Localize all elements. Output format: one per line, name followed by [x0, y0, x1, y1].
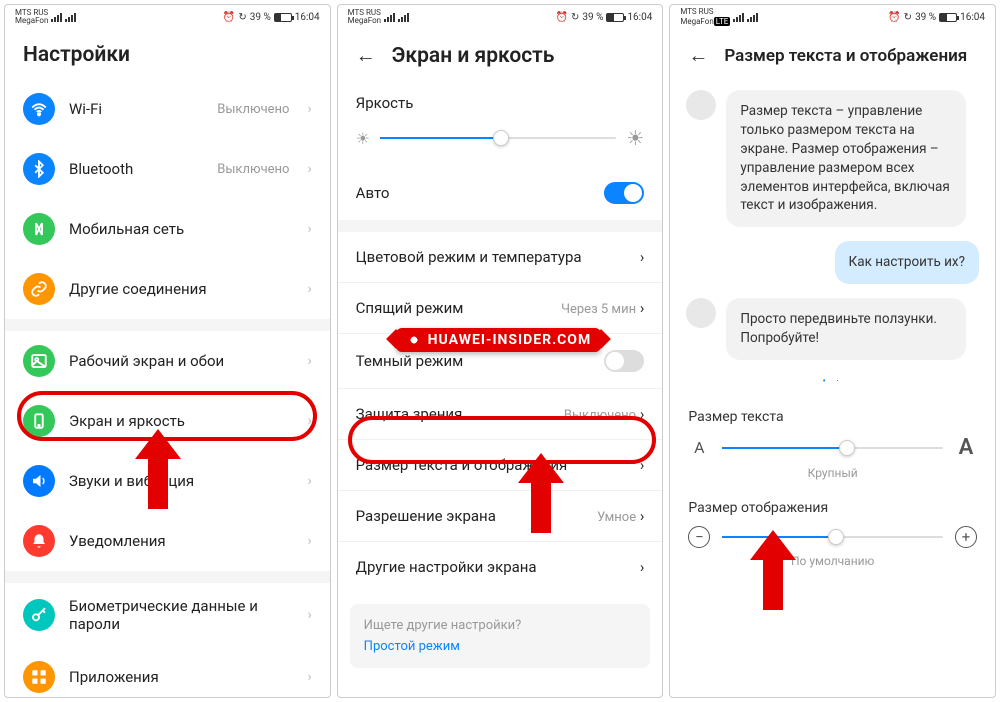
display-size-section: Размер отображения − + По умолчанию [670, 490, 995, 578]
large-a-icon: A [955, 435, 977, 460]
sound-icon [23, 465, 55, 497]
row-other[interactable]: Другие настройки экрана › [338, 541, 663, 592]
chevron-right-icon: › [307, 101, 311, 117]
item-bluetooth[interactable]: Bluetooth Выключено › [5, 139, 330, 199]
watermark: HUAWEI-INSIDER.COM [396, 328, 602, 352]
back-button[interactable]: ← [688, 43, 708, 68]
page-title: Размер текста и отображения [724, 46, 967, 66]
item-notifications[interactable]: Уведомления › [5, 511, 330, 571]
alarm-icon: ⏰ [223, 12, 235, 23]
row-text-size[interactable]: Размер текста и отображения › [338, 439, 663, 490]
page-title: Настройки [23, 43, 130, 67]
row-sleep[interactable]: Спящий режим Через 5 мин › [338, 282, 663, 333]
chat-bubble: Просто передвиньте ползунки. Попробуйте! [726, 298, 966, 360]
row-color-mode[interactable]: Цветовой режим и температура › [338, 232, 663, 282]
item-wifi[interactable]: Wi-Fi Выключено › [5, 79, 330, 139]
footer-search: Ищете другие настройки? Простой режим [350, 604, 651, 668]
text-size-slider[interactable]: A A [688, 435, 977, 460]
display-icon [23, 405, 55, 437]
wifi-icon [23, 93, 55, 125]
settings-list[interactable]: Wi-Fi Выключено › Bluetooth Выключено › … [5, 79, 330, 697]
status-bar: MTS RUS MegaFonLTE ⏰↻ 39 % 16:04 [670, 5, 995, 29]
status-bar: MTS RUS MegaFon ⏰ ↻ 39 % 16:04 [5, 5, 330, 29]
back-button[interactable]: ← [356, 43, 376, 68]
item-biometrics[interactable]: Биометрические данные и пароли › [5, 583, 330, 647]
phone-display-settings: MTS RUS MegaFon ⏰↻ 39 % 16:04 ← Экран и … [337, 4, 664, 698]
item-sound[interactable]: Звуки и вибрация › [5, 451, 330, 511]
header: ← Экран и яркость [338, 29, 663, 80]
key-icon [23, 599, 55, 631]
phone-settings: MTS RUS MegaFon ⏰ ↻ 39 % 16:04 Настройки… [4, 4, 331, 698]
dark-toggle[interactable] [604, 350, 644, 372]
header: Настройки [5, 29, 330, 79]
text-size-section: Размер текста A A Крупный [670, 399, 995, 490]
bell-icon [23, 525, 55, 557]
item-connections[interactable]: Другие соединения › [5, 259, 330, 319]
row-eye-comfort[interactable]: Защита зрения Выключено › [338, 388, 663, 439]
item-wallpaper[interactable]: Рабочий экран и обои › [5, 331, 330, 391]
header: ← Размер текста и отображения [670, 29, 995, 80]
preview-chat: Размер текста – управление только размер… [670, 80, 995, 399]
auto-toggle[interactable] [604, 182, 644, 204]
plus-icon: + [955, 526, 977, 548]
sun-low-icon: ☀ [356, 129, 370, 148]
page-title: Экран и яркость [392, 44, 555, 68]
row-auto[interactable]: Авто [338, 166, 663, 220]
brightness-label: Яркость [338, 80, 663, 118]
chat-bubble: Размер текста – управление только размер… [726, 90, 966, 227]
huawei-logo-icon [406, 332, 422, 348]
link-icon [23, 273, 55, 305]
status-bar: MTS RUS MegaFon ⏰↻ 39 % 16:04 [338, 5, 663, 29]
chat-bubble: Как настроить их? [835, 241, 979, 284]
sun-high-icon: ☀ [626, 126, 644, 150]
battery-text: 39 % [250, 12, 271, 23]
display-size-slider[interactable]: − + [688, 526, 977, 548]
minus-icon: − [688, 526, 710, 548]
battery-icon [274, 13, 292, 22]
simple-mode-link[interactable]: Простой режим [364, 639, 637, 654]
avatar-icon [686, 90, 716, 120]
bluetooth-icon [23, 153, 55, 185]
phone-text-size: MTS RUS MegaFonLTE ⏰↻ 39 % 16:04 ← Разме… [669, 4, 996, 698]
page-dots: • · [686, 374, 979, 389]
row-resolution[interactable]: Разрешение экрана Умное › [338, 490, 663, 541]
item-display[interactable]: Экран и яркость › [5, 391, 330, 451]
avatar-icon [686, 298, 716, 328]
signal-icon-2 [65, 13, 76, 22]
carrier-2: MegaFon [15, 17, 48, 25]
item-apps[interactable]: Приложения › [5, 647, 330, 697]
signal-icon [51, 13, 62, 22]
clock: 16:04 [295, 12, 320, 23]
apps-icon [23, 661, 55, 693]
image-icon [23, 345, 55, 377]
item-value: Выключено [217, 102, 289, 117]
small-a-icon: A [688, 438, 710, 457]
item-mobile[interactable]: Мобильная сеть › [5, 199, 330, 259]
brightness-slider[interactable]: ☀ ☀ [338, 118, 663, 166]
item-label: Wi-Fi [69, 100, 203, 118]
mobile-icon [23, 213, 55, 245]
